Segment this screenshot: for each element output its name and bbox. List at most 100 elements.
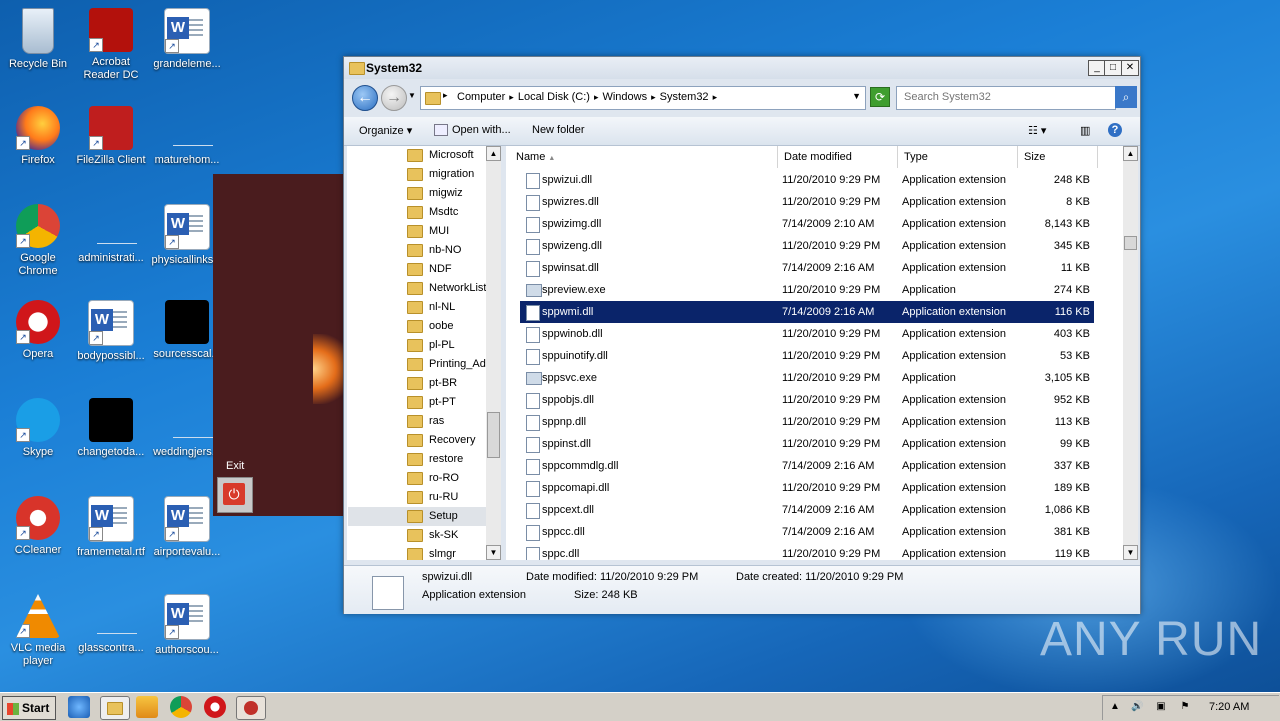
column-date-modified[interactable]: Date modified: [778, 146, 898, 168]
history-dropdown-icon[interactable]: ▼: [408, 91, 416, 100]
desktop-icon[interactable]: ↗ Firefox: [1, 106, 75, 167]
nav-folder-item[interactable]: pt-BR: [407, 374, 457, 393]
maximize-button[interactable]: □: [1104, 60, 1122, 76]
nav-folder-item[interactable]: NetworkList: [407, 279, 486, 298]
desktop-icon[interactable]: ↗ Opera: [1, 300, 75, 361]
breadcrumb-item[interactable]: Computer: [457, 91, 505, 103]
breadcrumb-item[interactable]: Windows: [602, 91, 647, 103]
opera-icon[interactable]: [204, 696, 226, 718]
scroll-down-arrow[interactable]: ▼: [1123, 545, 1138, 560]
nav-folder-item[interactable]: MUI: [407, 222, 449, 241]
desktop-icon[interactable]: ↗ CCleaner: [1, 496, 75, 557]
desktop-icon[interactable]: ↗ grandeleme...: [150, 8, 224, 71]
nav-folder-item[interactable]: Microsoft: [407, 146, 474, 165]
scroll-thumb[interactable]: [1124, 236, 1137, 250]
nav-folder-item[interactable]: nb-NO: [407, 241, 461, 260]
chevron-right-icon[interactable]: ▸: [594, 92, 599, 102]
media-player-icon[interactable]: [136, 696, 158, 718]
nav-folder-item[interactable]: Printing_Adm: [407, 355, 495, 374]
nav-folder-item[interactable]: Msdtc: [407, 203, 458, 222]
desktop-icon[interactable]: ↗ VLC media player: [1, 594, 75, 668]
search-input[interactable]: [902, 90, 1086, 104]
preview-pane-icon[interactable]: ▥: [1080, 124, 1090, 137]
clock[interactable]: 7:20 AM: [1209, 701, 1249, 713]
file-row[interactable]: spwizres.dll 11/20/2010 9:29 PM Applicatio…: [520, 191, 1094, 213]
nav-folder-item[interactable]: ru-RU: [407, 488, 458, 507]
breadcrumb-item[interactable]: System32: [660, 91, 709, 103]
open-with-button[interactable]: Open with...: [434, 124, 511, 137]
show-hidden-icons-icon[interactable]: ▲: [1109, 701, 1121, 713]
desktop-icon[interactable]: ↗ bodypossibl...: [74, 300, 148, 363]
file-row[interactable]: sppuinotify.dll 11/20/2010 9:29 PM Applica…: [520, 345, 1094, 367]
search-icon[interactable]: ⌕: [1115, 86, 1137, 108]
file-row[interactable]: sppinst.dll 11/20/2010 9:29 PM Application…: [520, 433, 1094, 455]
file-row[interactable]: spwizimg.dll 7/14/2009 2:10 AM Application…: [520, 213, 1094, 235]
nav-folder-item[interactable]: restore: [407, 450, 463, 469]
file-row[interactable]: spreview.exe 11/20/2010 9:29 PM Applicatio…: [520, 279, 1094, 301]
start-button[interactable]: Start: [2, 696, 56, 720]
red-app-icon[interactable]: [236, 696, 266, 720]
nav-folder-item[interactable]: migwiz: [407, 184, 463, 203]
chevron-right-icon[interactable]: ▸: [713, 92, 718, 102]
nav-folder-item[interactable]: nl-NL: [407, 298, 455, 317]
column-size[interactable]: Size: [1018, 146, 1098, 168]
title-bar[interactable]: System32 _ □ ✕: [344, 57, 1140, 79]
scroll-down-arrow[interactable]: ▼: [486, 545, 501, 560]
desktop-icon[interactable]: maturehom...: [150, 106, 224, 167]
scroll-up-arrow[interactable]: ▲: [1123, 146, 1138, 161]
column-type[interactable]: Type: [898, 146, 1018, 168]
nav-folder-item[interactable]: slmgr: [407, 545, 456, 560]
breadcrumb-item[interactable]: Local Disk (C:): [518, 91, 590, 103]
action-center-flag-icon[interactable]: ⚑: [1179, 701, 1191, 713]
file-row[interactable]: sppcext.dll 7/14/2009 2:16 AM Application …: [520, 499, 1094, 521]
nav-folder-item[interactable]: sk-SK: [407, 526, 458, 545]
exit-button[interactable]: ⏻: [217, 477, 253, 513]
file-row[interactable]: sppnp.dll 11/20/2010 9:29 PM Application e…: [520, 411, 1094, 433]
column-name[interactable]: Name ▲: [510, 146, 778, 168]
desktop-icon[interactable]: ↗ Google Chrome: [1, 204, 75, 278]
chrome-icon[interactable]: [170, 696, 192, 718]
desktop-icon[interactable]: glasscontra...: [74, 594, 148, 655]
file-row[interactable]: sppcc.dll 7/14/2009 2:16 AM Application ex…: [520, 521, 1094, 543]
file-row[interactable]: sppc.dll 11/20/2010 9:29 PM Application ex…: [520, 543, 1094, 560]
explorer-icon[interactable]: [100, 696, 130, 720]
desktop-icon[interactable]: ↗ Acrobat Reader DC: [74, 8, 148, 82]
back-button[interactable]: ←: [352, 85, 378, 111]
desktop-icon[interactable]: ↗ FileZilla Client: [74, 106, 148, 167]
file-row[interactable]: spwizui.dll 11/20/2010 9:29 PM Application…: [520, 169, 1094, 191]
file-row[interactable]: sppobjs.dll 11/20/2010 9:29 PM Application…: [520, 389, 1094, 411]
file-row[interactable]: sppcomapi.dll 11/20/2010 9:29 PM Applicati…: [520, 477, 1094, 499]
chevron-right-icon[interactable]: ▸: [509, 92, 514, 102]
file-row[interactable]: sppsvc.exe 11/20/2010 9:29 PM Application 3…: [520, 367, 1094, 389]
refresh-button[interactable]: ⟳: [870, 87, 890, 107]
desktop-icon[interactable]: ↗ authorscou...: [150, 594, 224, 657]
file-row[interactable]: sppwmi.dll 7/14/2009 2:16 AM Application e…: [519, 300, 1095, 324]
nav-folder-item[interactable]: oobe: [407, 317, 453, 336]
file-scrollbar[interactable]: ▲ ▼: [1123, 146, 1138, 560]
file-row[interactable]: spwizeng.dll 11/20/2010 9:29 PM Applicatio…: [520, 235, 1094, 257]
nav-folder-item[interactable]: migration: [407, 165, 474, 184]
chevron-right-icon[interactable]: ▸: [651, 92, 656, 102]
scroll-up-arrow[interactable]: ▲: [486, 146, 501, 161]
nav-folder-item[interactable]: NDF: [407, 260, 452, 279]
nav-scrollbar[interactable]: ▲ ▼: [486, 146, 501, 560]
forward-button[interactable]: →: [381, 85, 407, 111]
nav-folder-item[interactable]: Setup: [348, 507, 486, 526]
volume-icon[interactable]: 🔊: [1131, 701, 1143, 713]
desktop-icon[interactable]: changetoda...: [74, 398, 148, 459]
file-row[interactable]: spwinsat.dll 7/14/2009 2:16 AM Application…: [520, 257, 1094, 279]
desktop-icon[interactable]: ↗ framemetal.rtf: [74, 496, 148, 559]
network-icon[interactable]: ▣: [1155, 701, 1167, 713]
scroll-thumb[interactable]: [487, 412, 500, 458]
nav-folder-item[interactable]: pl-PL: [407, 336, 455, 355]
close-button[interactable]: ✕: [1121, 60, 1139, 76]
new-folder-button[interactable]: New folder: [532, 124, 585, 136]
nav-folder-item[interactable]: ro-RO: [407, 469, 459, 488]
organize-button[interactable]: Organize ▾: [359, 124, 412, 137]
file-row[interactable]: sppcommdlg.dll 7/14/2009 2:16 AM Applicati…: [520, 455, 1094, 477]
help-icon[interactable]: ?: [1108, 123, 1122, 137]
file-row[interactable]: sppwinob.dll 11/20/2010 9:29 PM Applicatio…: [520, 323, 1094, 345]
address-bar[interactable]: ▸ Computer ▸ Local Disk (C:) ▸ Windows ▸ Syste…: [420, 86, 866, 110]
nav-folder-item[interactable]: ras: [407, 412, 444, 431]
desktop-icon[interactable]: ↗ Skype: [1, 398, 75, 459]
